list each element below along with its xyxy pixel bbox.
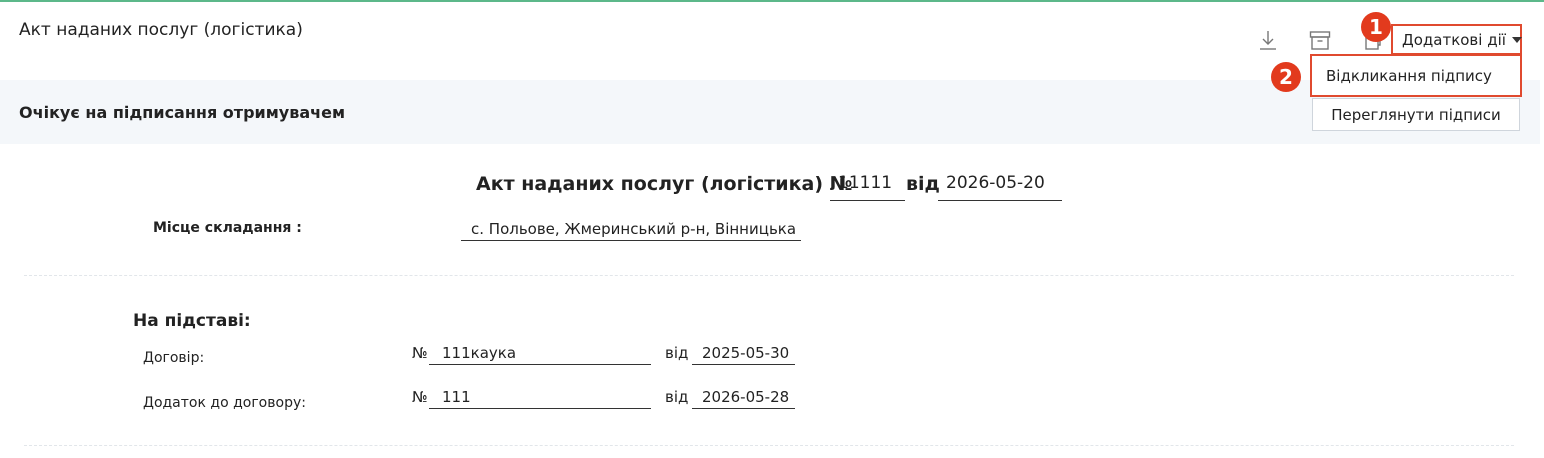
document-number: 11111 <box>830 173 905 201</box>
contract-number-prefix: № <box>412 344 428 362</box>
step-badge-1: 1 <box>1361 12 1391 42</box>
status-text: Очікує на підписання отримувачем <box>19 103 346 122</box>
step-badge-2: 2 <box>1271 62 1301 92</box>
contract-date-word: від <box>665 344 689 362</box>
place-value: с. Польове, Жмеринський р-н, Вінницька <box>461 220 801 241</box>
more-actions-dropdown: Відкликання підпису <box>1310 54 1522 97</box>
archive-icon[interactable] <box>1308 28 1332 52</box>
basis-title: На підставі: <box>133 311 251 331</box>
annex-number-prefix: № <box>412 388 428 406</box>
divider <box>24 275 1514 276</box>
page-title: Акт наданих послуг (логістика) <box>19 20 303 40</box>
contract-label: Договір: <box>143 350 205 366</box>
contract-date: 2025-05-30 <box>692 344 795 365</box>
divider <box>24 445 1514 446</box>
caret-down-icon <box>1511 36 1522 43</box>
view-signatures-button[interactable]: Переглянути підписи <box>1312 98 1520 131</box>
document-date-word: від <box>906 173 940 195</box>
download-icon[interactable] <box>1256 28 1280 52</box>
more-actions-label: Додаткові дії <box>1402 30 1506 49</box>
contract-number: 111каука <box>429 344 651 365</box>
header: Акт наданих послуг (логістика) 1 Додатко… <box>0 2 1540 80</box>
more-actions-button[interactable]: Додаткові дії <box>1391 24 1522 55</box>
annex-date-word: від <box>665 388 689 406</box>
annex-number: 111 <box>429 388 651 409</box>
document-heading: Акт наданих послуг (логістика) № <box>476 173 853 195</box>
annex-date: 2026-05-28 <box>692 388 795 409</box>
menu-item-revoke-signature[interactable]: Відкликання підпису <box>1326 67 1492 85</box>
document-date: 2026-05-20 <box>938 173 1062 201</box>
place-label: Місце складання : <box>153 220 302 236</box>
status-bar: Очікує на підписання отримувачем Перегля… <box>0 80 1540 144</box>
annex-label: Додаток до договору: <box>143 395 306 411</box>
